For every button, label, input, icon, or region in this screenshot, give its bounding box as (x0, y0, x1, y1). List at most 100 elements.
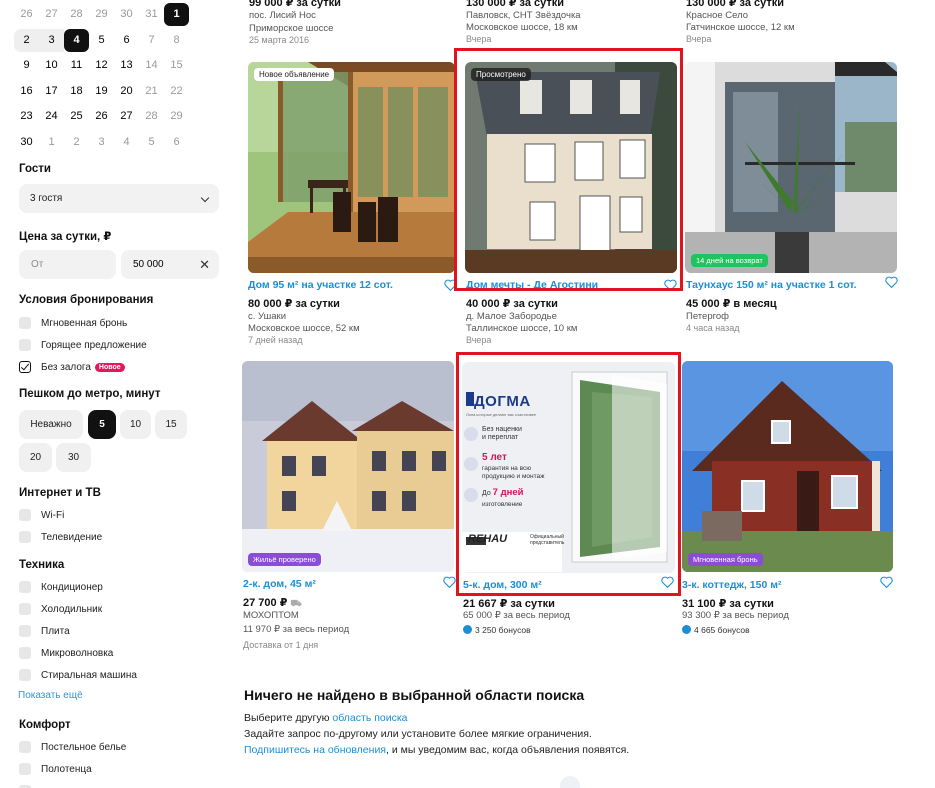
calendar-day[interactable]: 15 (164, 54, 189, 77)
calendar-day[interactable]: 19 (89, 80, 114, 103)
calendar-day[interactable]: 28 (64, 3, 89, 26)
listing-title[interactable]: 3-к. коттедж, 150 м² (682, 579, 877, 591)
calendar-day[interactable]: 7 (139, 29, 164, 52)
listing-photo[interactable]: 14 дней на возврат (685, 62, 897, 273)
checkbox-washer[interactable]: Стиральная машина (19, 668, 137, 682)
calendar-day[interactable]: 2 (14, 28, 39, 52)
calendar-day[interactable]: 4 (64, 28, 89, 52)
checkbox-wifi[interactable]: Wi-Fi (19, 508, 64, 522)
checkbox-label: Мгновенная бронь (41, 317, 128, 329)
calendar-day[interactable]: 22 (164, 80, 189, 103)
ad-feature-2-line-2: продукцию и монтаж (482, 473, 545, 480)
checkbox-ac[interactable]: Кондиционер (19, 580, 103, 594)
heart-icon[interactable] (661, 576, 674, 588)
listing-badge: Мгновенная бронь (688, 553, 763, 566)
calendar-day[interactable]: 11 (64, 54, 89, 77)
price-to-input[interactable]: 50 000 ✕ (121, 250, 219, 279)
calendar-day[interactable]: 27 (114, 105, 139, 128)
calendar-day[interactable]: 25 (64, 105, 89, 128)
calendar-day[interactable]: 2 (64, 131, 89, 154)
checkbox-microwave[interactable]: Микроволновка (19, 646, 113, 660)
calendar-day[interactable]: 5 (139, 131, 164, 154)
calendar-day[interactable]: 28 (139, 105, 164, 128)
calendar-day[interactable]: 1 (164, 3, 189, 27)
heart-icon[interactable] (880, 576, 893, 588)
calendar-day[interactable]: 26 (89, 105, 114, 128)
listing-photo[interactable]: Новое объявление (248, 62, 455, 273)
checkbox-label: Постельное белье (41, 741, 127, 753)
not-found-line-3: Подпишитесь на обновления, и мы уведомим… (244, 744, 629, 756)
checkbox-towels[interactable]: Полотенца (19, 762, 92, 776)
calendar-day[interactable]: 12 (89, 54, 114, 77)
calendar-day[interactable]: 17 (39, 80, 64, 103)
calendar-day[interactable]: 5 (89, 29, 114, 52)
listing-title[interactable]: 2-к. дом, 45 м² (243, 578, 438, 590)
calendar-day[interactable]: 6 (164, 131, 189, 154)
checkbox-linen[interactable]: Постельное белье (19, 740, 126, 754)
heart-icon[interactable] (444, 279, 457, 291)
checkbox-partial[interactable] (19, 784, 41, 788)
checkbox-no-deposit[interactable]: Без залога Новое (19, 360, 125, 374)
checkbox-stove[interactable]: Плита (19, 624, 70, 638)
guests-select[interactable]: 3 гостя (19, 184, 219, 213)
listing-photo[interactable]: Мгновенная бронь (682, 361, 893, 572)
checkbox-tv[interactable]: Телевидение (19, 530, 102, 544)
calendar-day[interactable]: 31 (139, 3, 164, 26)
heart-icon[interactable] (664, 279, 677, 291)
listing-title[interactable]: 5-к. дом, 300 м² (463, 579, 658, 591)
listing-badge: Новое объявление (254, 68, 335, 81)
calendar-day[interactable]: 16 (14, 80, 39, 103)
metro-chip-30[interactable]: 30 (56, 443, 91, 472)
listing-price: 99 000 ₽ за сутки (249, 0, 341, 9)
metro-chip-15[interactable]: 15 (155, 410, 187, 439)
listing-road: Московское шоссе, 52 км (248, 323, 360, 334)
checkbox-label: Полотенца (41, 763, 92, 775)
checkbox-icon (19, 603, 31, 615)
red-cottage-photo (682, 361, 893, 572)
calendar-day[interactable]: 21 (139, 80, 164, 103)
calendar-week: 30 1 2 3 4 5 6 (14, 130, 214, 156)
calendar-day[interactable]: 20 (114, 80, 139, 103)
calendar-day[interactable]: 27 (39, 3, 64, 26)
calendar-day[interactable]: 23 (14, 105, 39, 128)
calendar-day[interactable]: 24 (39, 105, 64, 128)
calendar-day[interactable]: 14 (139, 54, 164, 77)
checkbox-instant-booking[interactable]: Мгновенная бронь (19, 316, 127, 330)
checkbox-hot-offer[interactable]: Горящее предложение (19, 338, 147, 352)
calendar-day[interactable]: 30 (114, 3, 139, 26)
calendar-day[interactable]: 29 (164, 105, 189, 128)
listing-title[interactable]: Дом мечты - Де Агостини (466, 279, 661, 288)
subscribe-link[interactable]: Подпишитесь на обновления (244, 744, 386, 756)
calendar-day[interactable]: 18 (64, 80, 89, 103)
calendar-day[interactable]: 10 (39, 54, 64, 77)
listing-photo[interactable]: ДОГМА Окна которые делают вас счастливее… (462, 362, 675, 573)
calendar-day[interactable]: 6 (114, 29, 139, 52)
metro-chip-10[interactable]: 10 (120, 410, 151, 439)
calendar-day[interactable]: 1 (39, 131, 64, 154)
metro-chip-5[interactable]: 5 (88, 410, 116, 439)
listing-photo[interactable]: Жильё проверено (242, 361, 454, 572)
listing-photo[interactable]: Просмотрено (465, 62, 677, 273)
calendar-day[interactable]: 29 (89, 3, 114, 26)
calendar-day[interactable]: 3 (89, 131, 114, 154)
calendar-day[interactable]: 4 (114, 131, 139, 154)
metro-chip-20[interactable]: 20 (19, 443, 52, 472)
listing-title[interactable]: Таунхаус 150 м² на участке 1 сот. (686, 279, 881, 291)
price-from-input[interactable]: От (19, 250, 116, 279)
calendar-day[interactable]: 8 (164, 29, 189, 52)
metro-chip-any[interactable]: Неважно (19, 410, 83, 439)
heart-icon[interactable] (443, 576, 456, 588)
search-area-link[interactable]: область поиска (332, 712, 407, 724)
show-more-link[interactable]: Показать ещё (18, 690, 83, 701)
ad-feature-3-prefix: До (482, 490, 491, 497)
listing-location: Павловск, СНТ Звёздочка (466, 10, 581, 21)
listing-title[interactable]: Дом 95 м² на участке 12 сот. (248, 279, 443, 291)
calendar-day[interactable]: 9 (14, 54, 39, 77)
calendar-day[interactable]: 3 (39, 28, 64, 52)
heart-icon[interactable] (885, 276, 898, 288)
calendar-day[interactable]: 13 (114, 54, 139, 77)
clear-icon[interactable]: ✕ (199, 250, 210, 279)
calendar-day[interactable]: 30 (14, 131, 39, 154)
checkbox-fridge[interactable]: Холодильник (19, 602, 102, 616)
calendar-day[interactable]: 26 (14, 3, 39, 26)
